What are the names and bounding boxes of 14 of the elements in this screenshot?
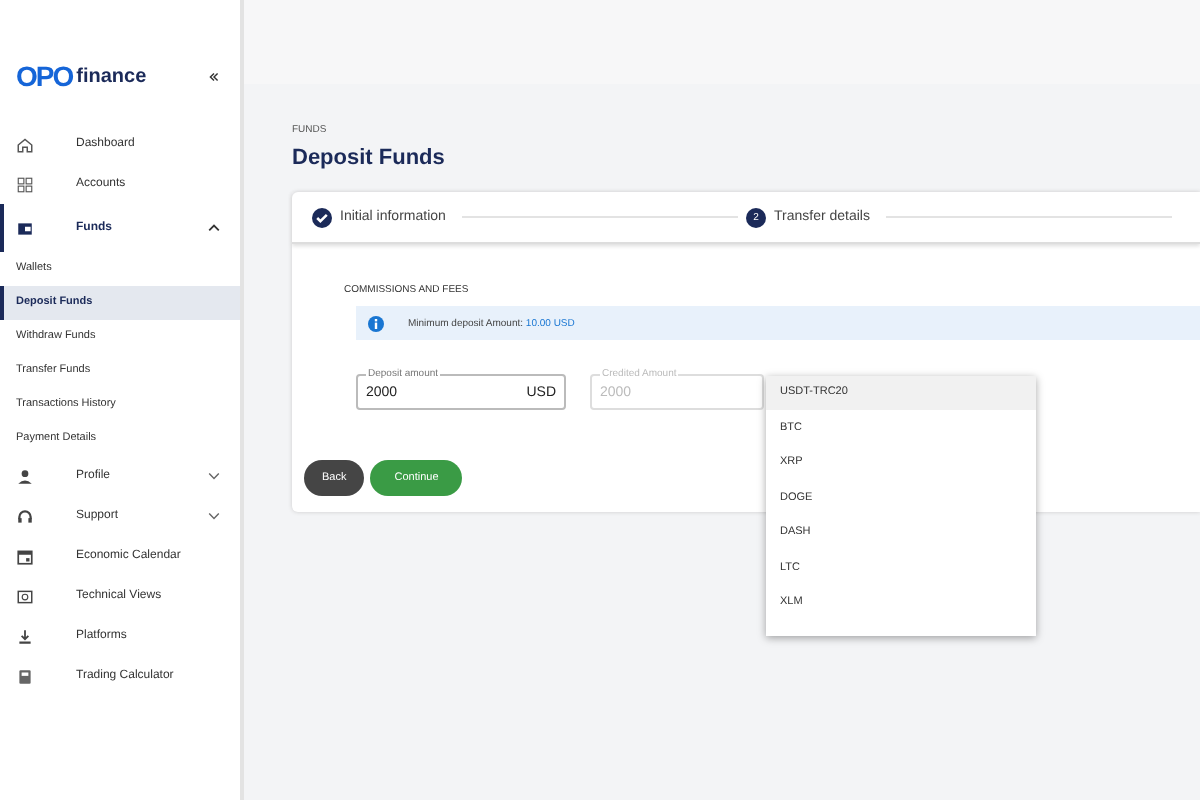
download-icon	[16, 627, 34, 645]
calculator-icon	[16, 667, 34, 685]
collapse-button[interactable]	[208, 71, 220, 81]
headset-icon	[16, 507, 34, 525]
logo-mark: OPO	[16, 60, 73, 92]
calendar-icon	[16, 547, 34, 565]
info-icon	[368, 315, 384, 331]
person-icon	[16, 467, 34, 485]
logo-text: finance	[76, 65, 149, 87]
photo-frame-icon	[16, 587, 34, 605]
wallet-icon	[16, 219, 34, 237]
grid-icon	[16, 175, 34, 193]
page-title: Deposit Funds	[292, 146, 447, 170]
home-icon	[16, 135, 34, 153]
